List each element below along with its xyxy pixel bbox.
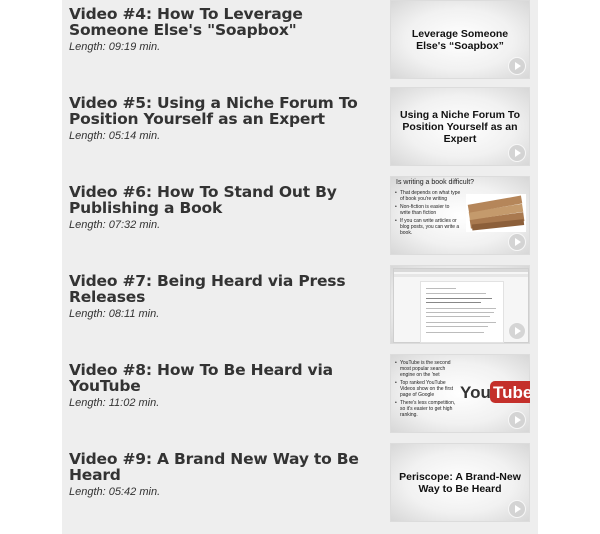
video-info: Video #6: How To Stand Out By Publishing… — [69, 184, 369, 231]
video-info: Video #5: Using a Niche Forum To Positio… — [69, 95, 369, 142]
video-title[interactable]: Video #5: Using a Niche Forum To Positio… — [69, 95, 369, 127]
slide-bullet: Top ranked YouTube Videos show on the fi… — [395, 380, 459, 398]
video-title[interactable]: Video #4: How To Leverage Someone Else's… — [69, 6, 369, 38]
slide-bullet: There's less competition, so it's easier… — [395, 400, 459, 418]
video-thumbnail[interactable]: Periscope: A Brand-New Way to Be Heard — [390, 443, 530, 522]
youtube-logo-you: You — [460, 383, 491, 402]
video-length: Length: 07:32 min. — [69, 219, 161, 231]
video-thumbnail[interactable] — [390, 265, 530, 344]
video-title[interactable]: Video #9: A Brand New Way to Be Heard — [69, 451, 369, 483]
video-length: Length: 09:19 min. — [69, 41, 161, 53]
video-length: Length: 11:02 min. — [69, 397, 160, 409]
video-thumbnail[interactable]: Using a Niche Forum To Position Yourself… — [390, 87, 530, 166]
youtube-logo: You Tube — [460, 381, 530, 405]
video-length: Length: 08:11 min. — [69, 308, 160, 320]
youtube-logo-tube: Tube — [490, 381, 530, 403]
video-item-7: Video #7: Being Heard via Press Releases… — [62, 265, 538, 356]
video-title[interactable]: Video #8: How To Be Heard via YouTube — [69, 362, 369, 394]
video-title[interactable]: Video #7: Being Heard via Press Releases — [69, 273, 369, 305]
video-item-6: Video #6: How To Stand Out By Publishing… — [62, 176, 538, 267]
video-thumbnail[interactable]: YouTube is the second most popular searc… — [390, 354, 530, 433]
slide-bullets: That depends on what type of book you're… — [395, 190, 461, 238]
video-item-9: Video #9: A Brand New Way to Be Heard Le… — [62, 443, 538, 534]
slide-bullet: That depends on what type of book you're… — [395, 190, 461, 202]
video-item-4: Video #4: How To Leverage Someone Else's… — [62, 0, 538, 89]
play-icon[interactable] — [508, 322, 526, 340]
thumbnail-caption: Using a Niche Forum To Position Yourself… — [400, 108, 520, 145]
video-info: Video #8: How To Be Heard via YouTube Le… — [69, 362, 369, 409]
thumbnail-caption: Periscope: A Brand-New Way to Be Heard — [399, 470, 521, 495]
video-length: Length: 05:14 min. — [69, 130, 161, 142]
video-title[interactable]: Video #6: How To Stand Out By Publishing… — [69, 184, 369, 216]
slide-bullet: If you can write articles or blog posts,… — [395, 218, 461, 236]
video-thumbnail[interactable]: Is writing a book difficult? That depend… — [390, 176, 530, 255]
video-info: Video #9: A Brand New Way to Be Heard Le… — [69, 451, 369, 498]
slide-bullets: YouTube is the second most popular searc… — [395, 360, 459, 420]
video-item-5: Video #5: Using a Niche Forum To Positio… — [62, 87, 538, 178]
video-item-8: Video #8: How To Be Heard via YouTube Le… — [62, 354, 538, 445]
slide-bullet: YouTube is the second most popular searc… — [395, 360, 459, 378]
play-icon[interactable] — [508, 57, 526, 75]
play-icon[interactable] — [508, 411, 526, 429]
thumbnail-caption: Leverage Someone Else's “Soapbox” — [411, 27, 509, 52]
slide-bullet: Non-fiction is easier to write than fict… — [395, 204, 461, 216]
video-info: Video #4: How To Leverage Someone Else's… — [69, 6, 369, 53]
books-image — [466, 194, 526, 232]
video-length: Length: 05:42 min. — [69, 486, 161, 498]
play-icon[interactable] — [508, 500, 526, 518]
play-icon[interactable] — [508, 144, 526, 162]
video-thumbnail[interactable]: Leverage Someone Else's “Soapbox” — [390, 0, 530, 79]
slide-heading: Is writing a book difficult? — [396, 179, 475, 186]
play-icon[interactable] — [508, 233, 526, 251]
video-info: Video #7: Being Heard via Press Releases… — [69, 273, 369, 320]
